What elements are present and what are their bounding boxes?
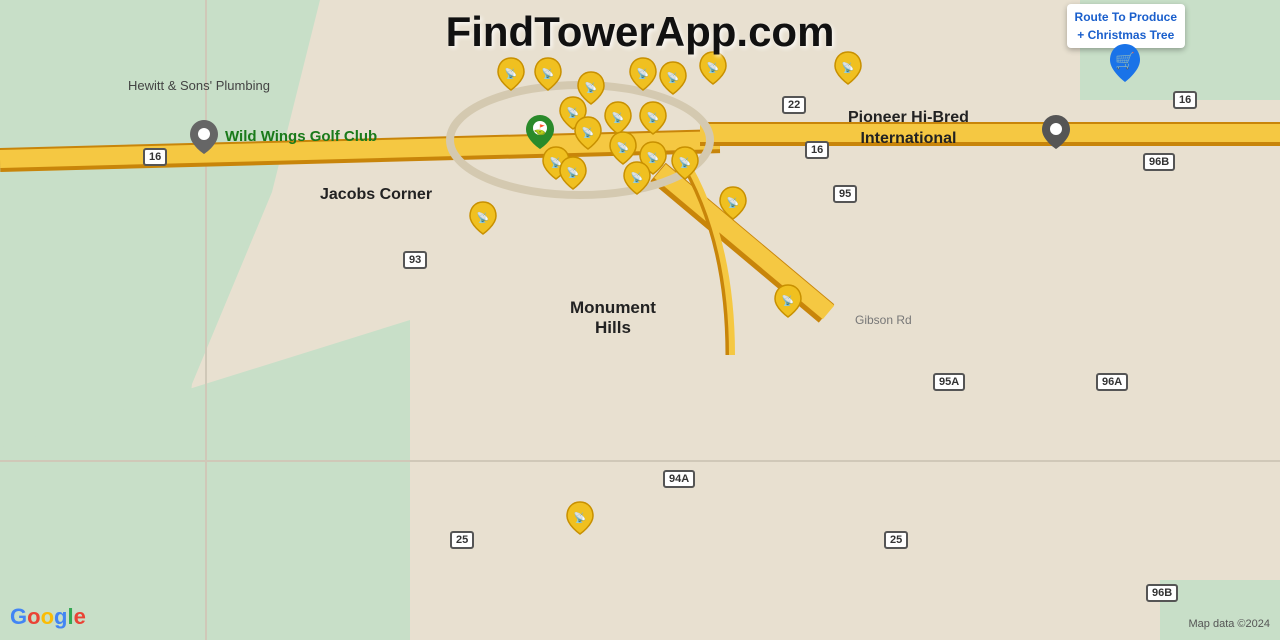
highway-ne-main <box>700 124 1280 142</box>
badge-16b: 16 <box>805 141 829 159</box>
label-wildwings: Wild Wings Golf Club <box>225 128 377 145</box>
badge-16c: 16 <box>1173 91 1197 109</box>
badge-16a: 16 <box>143 148 167 166</box>
road-minor-h <box>0 460 1280 462</box>
badge-96b-top: 96B <box>1143 153 1175 171</box>
road-minor-v <box>205 0 207 640</box>
badge-94a: 94A <box>663 470 695 488</box>
label-monument: MonumentHills <box>570 298 656 338</box>
site-title: FindTowerApp.com <box>446 8 835 56</box>
map-container: FindTowerApp.com Route To Produce+ Chris… <box>0 0 1280 640</box>
svg-text:🛒: 🛒 <box>1115 51 1135 70</box>
badge-95a: 95A <box>933 373 965 391</box>
badge-25a: 25 <box>450 531 474 549</box>
wild-wings-pin[interactable] <box>190 120 218 159</box>
label-gibson: Gibson Rd <box>855 313 912 327</box>
golf-club-pin[interactable]: ⛳ <box>526 115 554 154</box>
badge-95: 95 <box>833 185 857 203</box>
badge-22: 22 <box>782 96 806 114</box>
badge-96a: 96A <box>1096 373 1128 391</box>
map-data-text: Map data ©2024 <box>1189 618 1271 630</box>
badge-96b-bot: 96B <box>1146 584 1178 602</box>
pioneer-pin[interactable] <box>1042 115 1070 154</box>
label-jacobs: Jacobs Corner <box>320 186 432 204</box>
label-pioneer: Pioneer Hi-BredInternational <box>848 108 969 150</box>
cart-pin[interactable]: 🛒 <box>1108 44 1142 87</box>
svg-text:⛳: ⛳ <box>534 123 546 136</box>
google-logo: Google <box>10 604 86 630</box>
badge-25b: 25 <box>884 531 908 549</box>
poi-card-route-produce[interactable]: Route To Produce+ Christmas Tree <box>1067 4 1185 48</box>
badge-93: 93 <box>403 251 427 269</box>
south-curve-road <box>650 155 850 355</box>
poi-card-text: Route To Produce+ Christmas Tree <box>1075 10 1177 42</box>
label-hewitt: Hewitt & Sons' Plumbing <box>128 78 270 93</box>
